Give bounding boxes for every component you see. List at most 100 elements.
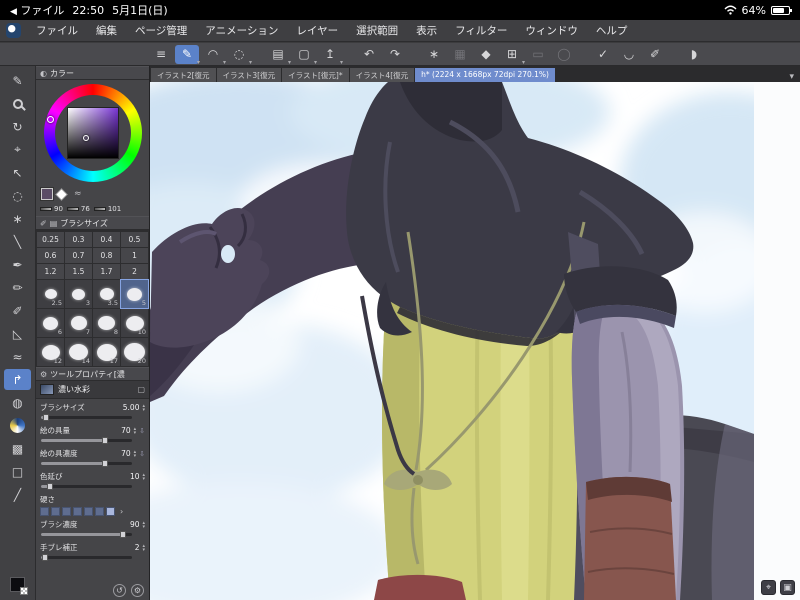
slider-knob[interactable] bbox=[41, 554, 48, 561]
canvas-artwork[interactable] bbox=[150, 82, 800, 600]
brush-size-3.5[interactable]: 3.5 bbox=[93, 280, 120, 308]
prop-paint-amount-source-icon[interactable]: ⇩ bbox=[139, 427, 145, 435]
menu-filter[interactable]: フィルター bbox=[446, 23, 516, 38]
brush-size-0.5[interactable]: 0.5 bbox=[121, 232, 148, 247]
tab-illust3[interactable]: イラスト3[復元 bbox=[216, 68, 282, 82]
figure-icon[interactable]: □ bbox=[4, 461, 31, 482]
hue-cursor[interactable] bbox=[47, 116, 54, 123]
snap-ruler-button[interactable]: ✓ bbox=[591, 45, 615, 64]
zoom-tool-icon[interactable] bbox=[4, 93, 31, 114]
fill-tool-icon[interactable]: ◍ bbox=[4, 392, 31, 413]
brush-size-17[interactable]: 17 bbox=[93, 338, 120, 366]
undo-button[interactable]: ↶ bbox=[357, 45, 381, 64]
stepper-down-icon[interactable]: ▾ bbox=[142, 524, 145, 529]
hardness-level-6[interactable] bbox=[95, 507, 104, 516]
brush-size-20[interactable]: 20 bbox=[121, 338, 148, 366]
sv-square[interactable] bbox=[67, 107, 119, 159]
slider-knob[interactable] bbox=[101, 437, 108, 444]
canvas[interactable]: ⌖ ▣ bbox=[150, 82, 800, 600]
color-slider-1[interactable]: 90 bbox=[40, 205, 63, 213]
brush-size-14[interactable]: 14 bbox=[65, 338, 92, 366]
prop-color-stretch-slider[interactable] bbox=[41, 483, 132, 491]
prop-color-stretch-stepper[interactable]: ▴ ▾ bbox=[142, 472, 145, 481]
workspace-menu-icon[interactable]: ≡ bbox=[149, 45, 173, 64]
rotate-view-icon[interactable]: ↻ bbox=[4, 116, 31, 137]
stepper-down-icon[interactable]: ▾ bbox=[134, 430, 137, 435]
brush-size-12[interactable]: 12 bbox=[37, 338, 64, 366]
stepper-down-icon[interactable]: ▾ bbox=[142, 476, 145, 481]
brush-size-1.7[interactable]: 1.7 bbox=[93, 264, 120, 279]
new-canvas-button[interactable]: ▤ ▾ bbox=[266, 45, 291, 66]
menu-page-management[interactable]: ページ管理 bbox=[126, 23, 196, 38]
sub-color-swatch[interactable] bbox=[55, 187, 68, 201]
tab-current[interactable]: h* (2224 x 1668px 72dpi 270.1%) bbox=[415, 68, 555, 82]
brush-icon[interactable]: ✐ bbox=[4, 300, 31, 321]
menu-layer[interactable]: レイヤー bbox=[287, 23, 347, 38]
brush-size-7[interactable]: 7 bbox=[65, 309, 92, 337]
canvas-nav-icon[interactable]: ▣ bbox=[780, 580, 795, 595]
tab-illust2[interactable]: イラスト2[復元 bbox=[151, 68, 216, 82]
eyedropper-icon[interactable]: ╲ bbox=[4, 231, 31, 252]
prop-paint-density-slider[interactable] bbox=[41, 460, 132, 468]
object-tool-icon[interactable]: ↖ bbox=[4, 162, 31, 183]
special-wand-button[interactable]: ∗ bbox=[422, 45, 446, 64]
marquee-tool-button[interactable]: ◌ ▾ bbox=[227, 45, 252, 66]
menu-animation[interactable]: アニメーション bbox=[196, 23, 287, 38]
hardness-level-1[interactable] bbox=[40, 507, 49, 516]
export-button[interactable]: ↥ ▾ bbox=[318, 45, 343, 66]
redo-button[interactable]: ↷ bbox=[383, 45, 407, 64]
prop-paint-density-source-icon[interactable]: ⇩ bbox=[139, 450, 145, 458]
subtool-row[interactable]: 濃い水彩 ▢ bbox=[36, 381, 149, 399]
pen-tool-button[interactable]: ✎ ▾ bbox=[175, 44, 200, 66]
auto-select-icon[interactable]: ∗ bbox=[4, 208, 31, 229]
prop-paint-amount-stepper[interactable]: ▴ ▾ bbox=[134, 426, 137, 435]
slider-knob[interactable] bbox=[47, 483, 54, 490]
brush-size-3[interactable]: 3 bbox=[65, 280, 92, 308]
color-slider-2[interactable]: 76 bbox=[66, 205, 90, 213]
prop-stabilization-stepper[interactable]: ▴ ▾ bbox=[142, 543, 145, 552]
current-colors-swatch[interactable] bbox=[10, 577, 28, 595]
reset-icon[interactable]: ↺ bbox=[113, 584, 126, 597]
color-wheel[interactable] bbox=[36, 80, 149, 186]
back-to-app[interactable]: ◀ ファイル bbox=[10, 2, 64, 18]
more-icon[interactable]: › bbox=[120, 507, 123, 516]
prop-stabilization-slider[interactable] bbox=[41, 554, 132, 562]
import-button[interactable]: ▢ ▾ bbox=[292, 45, 317, 66]
prop-brush-size-stepper[interactable]: ▴ ▾ bbox=[142, 403, 145, 412]
prop-paint-amount-slider[interactable] bbox=[41, 437, 132, 445]
menu-window[interactable]: ウィンドウ bbox=[516, 23, 587, 38]
hardness-level-7[interactable] bbox=[106, 507, 115, 516]
brush-size-8[interactable]: 8 bbox=[93, 309, 120, 337]
menu-file[interactable]: ファイル bbox=[27, 23, 87, 38]
prop-brush-size-slider[interactable] bbox=[41, 414, 132, 422]
line-icon[interactable]: ╱ bbox=[4, 484, 31, 505]
prop-brush-density-stepper[interactable]: ▴ ▾ bbox=[142, 520, 145, 529]
snap-curve-button[interactable]: ◡ bbox=[617, 45, 641, 64]
brush-size-0.6[interactable]: 0.6 bbox=[37, 248, 64, 263]
brush-size-1.5[interactable]: 1.5 bbox=[65, 264, 92, 279]
brush-size-1[interactable]: 1 bbox=[121, 248, 148, 263]
pen-icon[interactable]: ✒ bbox=[4, 254, 31, 275]
main-color-swatch[interactable] bbox=[40, 187, 54, 201]
stepper-down-icon[interactable]: ▾ bbox=[142, 547, 145, 552]
curve-select-button[interactable]: ◠ ▾ bbox=[201, 45, 226, 66]
lasso-tool-icon[interactable]: ◌ bbox=[4, 185, 31, 206]
brush-size-0.8[interactable]: 0.8 bbox=[93, 248, 120, 263]
prop-hardness-levels[interactable]: › bbox=[40, 507, 145, 516]
hardness-level-3[interactable] bbox=[62, 507, 71, 516]
gradient-icon[interactable]: ▩ bbox=[4, 438, 31, 459]
snap-vector-button[interactable]: ✐ bbox=[643, 45, 667, 64]
brush-size-0.3[interactable]: 0.3 bbox=[65, 232, 92, 247]
brush-size-10[interactable]: 10 bbox=[121, 309, 148, 337]
brush-size-6[interactable]: 6 bbox=[37, 309, 64, 337]
brush-size-2.5[interactable]: 2.5 bbox=[37, 280, 64, 308]
transparent-color-icon[interactable]: ≈ bbox=[74, 189, 82, 199]
brush-size-1.2[interactable]: 1.2 bbox=[37, 264, 64, 279]
crop-button[interactable]: ⊞ ▾ bbox=[500, 45, 525, 66]
subtool-box-icon[interactable]: ✎ bbox=[4, 70, 31, 91]
stepper-down-icon[interactable]: ▾ bbox=[142, 407, 145, 412]
menu-selection[interactable]: 選択範囲 bbox=[347, 23, 407, 38]
eraser-icon[interactable]: ◺ bbox=[4, 323, 31, 344]
slider-knob[interactable] bbox=[119, 531, 126, 538]
slider-knob[interactable] bbox=[101, 460, 108, 467]
